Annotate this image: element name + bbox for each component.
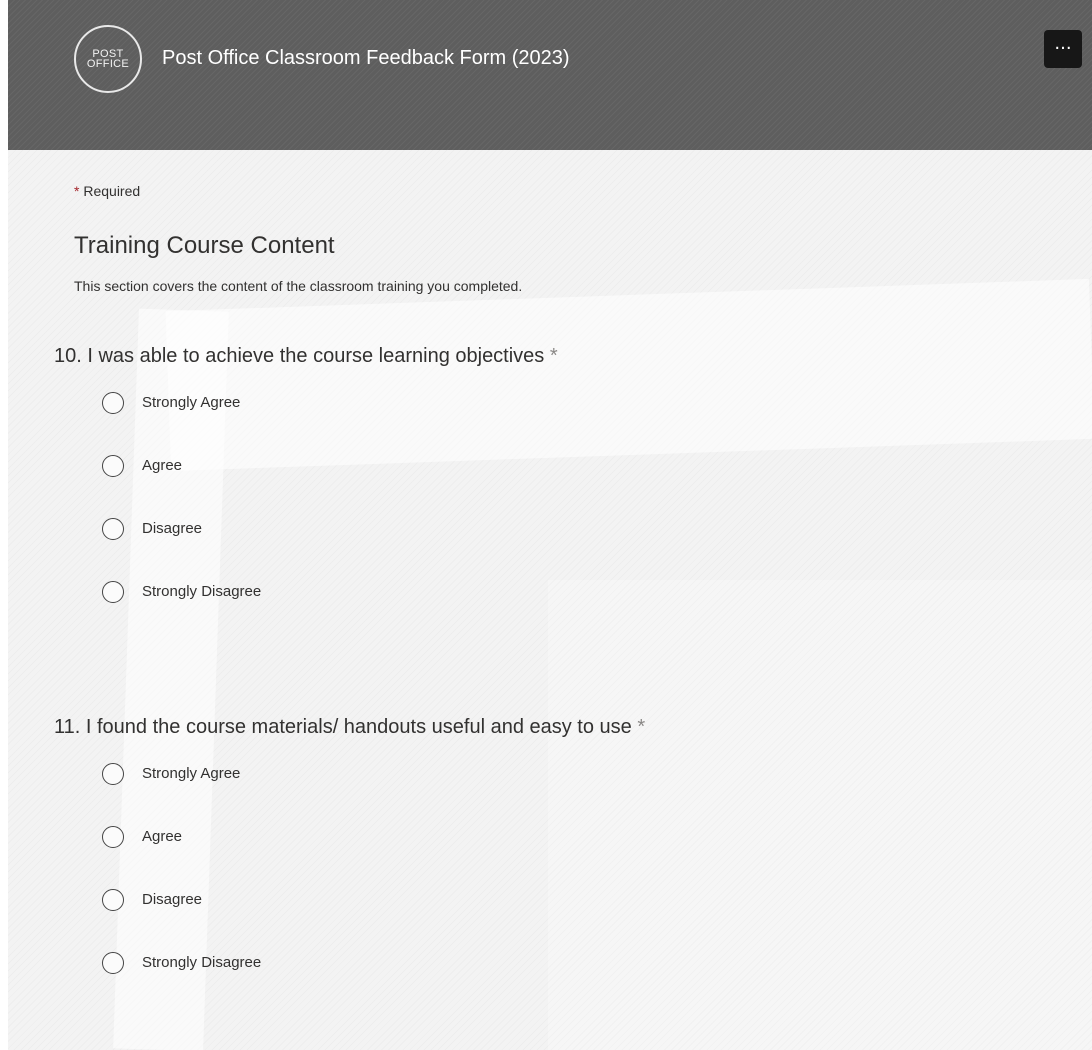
question-required-star: *	[549, 345, 558, 367]
section-description: This section covers the content of the c…	[74, 278, 523, 294]
option-label: Agree	[142, 828, 183, 845]
radio-button[interactable]	[102, 889, 124, 911]
option-label: Strongly Disagree	[142, 583, 262, 600]
form-window: POST OFFICE Post Office Classroom Feedba…	[8, 0, 1092, 1050]
option-label: Strongly Agree	[142, 394, 241, 411]
post-office-logo: POST OFFICE	[74, 25, 142, 93]
radio-button[interactable]	[102, 392, 124, 414]
left-page-edge	[0, 0, 8, 1050]
radio-button[interactable]	[102, 763, 124, 785]
more-options-button[interactable]: ···	[1044, 30, 1082, 68]
option-agree[interactable]: Agree	[54, 455, 1034, 518]
question-10: 10. I was able to achieve the course lea…	[54, 345, 1034, 644]
question-text: I was able to achieve the course learnin…	[87, 345, 545, 367]
option-strongly-agree[interactable]: Strongly Agree	[54, 392, 1034, 455]
form-title: Post Office Classroom Feedback Form (202…	[162, 47, 570, 69]
radio-button[interactable]	[102, 826, 124, 848]
option-label: Agree	[142, 457, 183, 474]
option-agree[interactable]: Agree	[54, 826, 1034, 889]
option-label: Strongly Agree	[142, 765, 241, 782]
option-strongly-disagree[interactable]: Strongly Disagree	[54, 952, 1034, 1015]
option-strongly-disagree[interactable]: Strongly Disagree	[54, 581, 1034, 644]
option-label: Strongly Disagree	[142, 954, 262, 971]
question-number: 11.	[54, 716, 81, 738]
required-note: * Required	[74, 183, 140, 199]
section-title: Training Course Content	[74, 232, 335, 259]
question-required-star: *	[637, 716, 646, 738]
question-title: 10. I was able to achieve the course lea…	[54, 345, 1034, 368]
logo-line-2: OFFICE	[86, 58, 130, 70]
radio-button[interactable]	[102, 952, 124, 974]
question-title: 11. I found the course materials/ handou…	[54, 716, 1034, 739]
option-label: Disagree	[142, 891, 203, 908]
question-11: 11. I found the course materials/ handou…	[54, 716, 1034, 1015]
radio-button[interactable]	[102, 581, 124, 603]
form-body: * Required Training Course Content This …	[8, 150, 1092, 1050]
option-disagree[interactable]: Disagree	[54, 889, 1034, 952]
radio-button[interactable]	[102, 518, 124, 540]
option-disagree[interactable]: Disagree	[54, 518, 1034, 581]
form-header: POST OFFICE Post Office Classroom Feedba…	[8, 0, 1092, 150]
required-star: *	[74, 183, 80, 199]
required-label: Required	[83, 183, 141, 199]
question-text: I found the course materials/ handouts u…	[85, 716, 632, 738]
question-number: 10.	[54, 345, 82, 367]
radio-button[interactable]	[102, 455, 124, 477]
option-label: Disagree	[142, 520, 203, 537]
option-strongly-agree[interactable]: Strongly Agree	[54, 763, 1034, 826]
